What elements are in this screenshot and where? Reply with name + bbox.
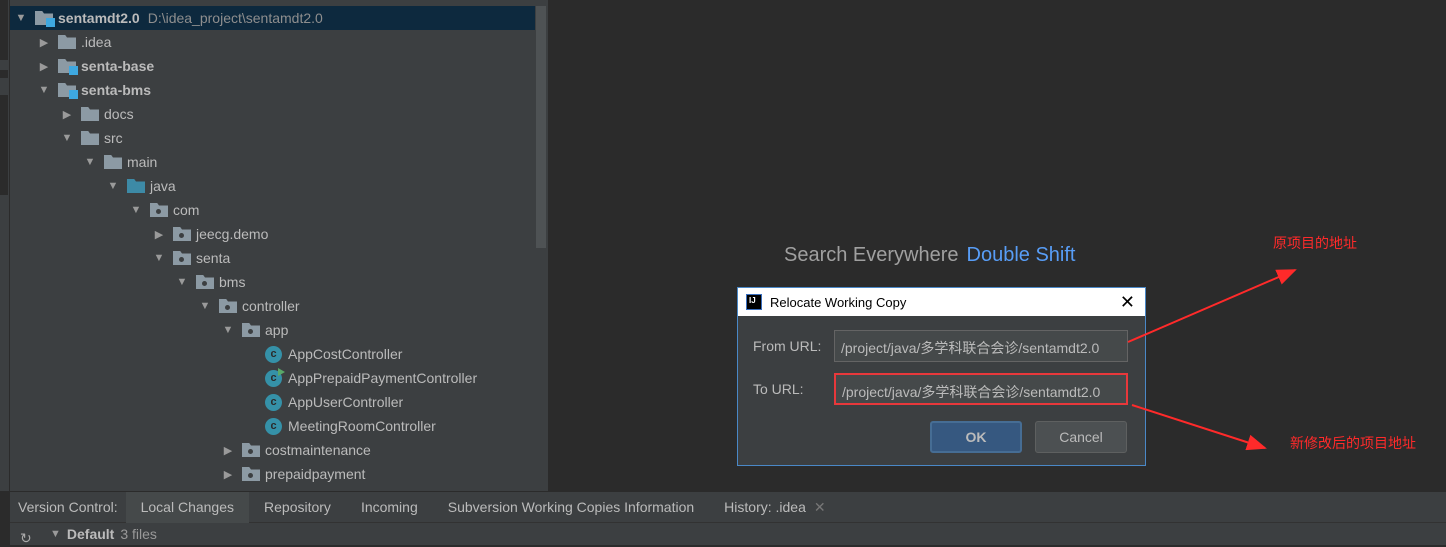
annotation-from: 原项目的地址 [1273, 235, 1357, 251]
close-tab-icon[interactable]: ✕ [814, 499, 826, 516]
annotation-to: 新修改后的项目地址 [1290, 435, 1416, 451]
tab-repository[interactable]: Repository [249, 492, 346, 523]
tab-local-changes[interactable]: Local Changes [125, 491, 250, 523]
arrow-to [1131, 404, 1267, 451]
arrow-from [1127, 269, 1297, 343]
changelist-default[interactable]: ▼ Default 3 files [50, 526, 157, 542]
tab-subversion-working-copies-information[interactable]: Subversion Working Copies Information [433, 492, 709, 523]
version-control-panel: Version Control: Local Changes Repository I… [10, 491, 1446, 547]
tab-incoming[interactable]: Incoming [346, 492, 433, 523]
annotation-arrows [1127, 269, 1297, 451]
tab-history-idea[interactable]: History: .idea ✕ [709, 492, 840, 523]
expand-arrow-icon[interactable]: ▼ [50, 528, 61, 540]
refresh-icon[interactable]: ↻ [20, 530, 32, 547]
panel-label: Version Control: [18, 499, 118, 515]
